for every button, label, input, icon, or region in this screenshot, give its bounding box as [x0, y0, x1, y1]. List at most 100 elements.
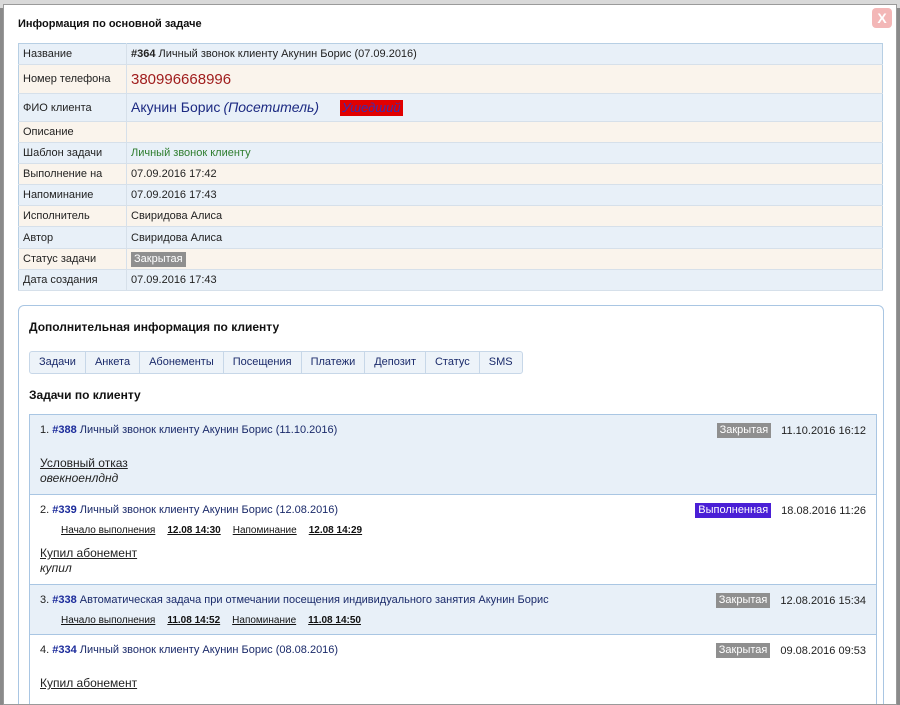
- task-result[interactable]: Купил абонемент: [40, 546, 137, 560]
- row-label: Дата создания: [18, 269, 127, 291]
- task-title[interactable]: Автоматическая задача при отмечании посе…: [80, 594, 549, 606]
- status-badge: Закрытая: [131, 251, 186, 267]
- task-info-modal: Информация по основной задаче X Название…: [3, 4, 897, 705]
- task-heading: 4. #334 Личный звонок клиенту Акунин Бор…: [40, 644, 338, 656]
- status-badge: Закрытая: [716, 423, 772, 438]
- task-heading: 2. #339 Личный звонок клиенту Акунин Бор…: [40, 504, 338, 516]
- executor-value: Свиридова Алиса: [126, 205, 883, 227]
- reminder-label: Напоминание: [232, 525, 297, 536]
- task-heading: 3. #338 Автоматическая задача при отмеча…: [40, 594, 549, 606]
- reminder-label: Напоминание: [232, 615, 297, 626]
- task-id-link[interactable]: #338: [52, 594, 76, 606]
- client-role: (Посетитель): [223, 99, 320, 115]
- tab-sms[interactable]: SMS: [480, 352, 522, 373]
- author-value: Свиридова Алиса: [126, 226, 883, 249]
- row-reminder: Напоминание 07.09.2016 17:43: [18, 184, 883, 206]
- status-badge: Выполненная: [695, 503, 772, 518]
- reminder-value: 11.08 14:50: [308, 615, 361, 626]
- task-id: #364: [131, 48, 156, 60]
- row-name: Название #364 Личный звонок клиенту Акун…: [18, 43, 883, 65]
- tab-memberships[interactable]: Абонементы: [140, 352, 224, 373]
- start-label: Начало выполнения: [61, 615, 156, 626]
- task-comment: купил: [40, 561, 72, 575]
- task-date: 11.10.2016 16:12: [781, 424, 866, 437]
- row-status: Статус задачи Закрытая: [18, 248, 883, 270]
- list-item: 4. #334 Личный звонок клиенту Акунин Бор…: [30, 635, 876, 704]
- created-value: 07.09.2016 17:43: [126, 269, 883, 291]
- task-status-date: Выполненная 18.08.2016 11:26: [695, 503, 866, 518]
- list-item: 3. #338 Автоматическая задача при отмеча…: [30, 585, 876, 635]
- task-comment: овекноенлднд: [40, 471, 119, 485]
- task-id-link[interactable]: #388: [52, 424, 76, 436]
- task-result[interactable]: Купил абонемент: [40, 676, 137, 690]
- row-created: Дата создания 07.09.2016 17:43: [18, 269, 883, 291]
- task-name: Личный звонок клиенту Акунин Борис (07.0…: [158, 48, 417, 60]
- status-badge: Закрытая: [715, 593, 771, 608]
- task-name-value: #364 Личный звонок клиенту Акунин Борис …: [126, 43, 883, 65]
- description-value: [126, 121, 883, 143]
- task-number: 2.: [40, 504, 50, 516]
- phone-number[interactable]: 380996668996: [131, 71, 231, 88]
- client-info-panel: Дополнительная информация по клиенту Зад…: [18, 305, 884, 704]
- row-label: Исполнитель: [18, 205, 127, 227]
- task-meta: Начало выполнения 12.08 14:30 Напоминани…: [61, 525, 362, 536]
- row-phone: Номер телефона 380996668996: [18, 64, 883, 94]
- close-button[interactable]: X: [872, 8, 892, 28]
- row-description: Описание: [18, 121, 883, 143]
- main-task-table: Название #364 Личный звонок клиенту Акун…: [18, 43, 883, 291]
- reminder-value: 12.08 14:29: [308, 525, 363, 536]
- client-cell: Акунин Борис (Посетитель) Ушедший: [126, 93, 883, 122]
- row-label: Название: [18, 43, 127, 65]
- row-label: Шаблон задачи: [18, 142, 127, 164]
- tab-visits[interactable]: Посещения: [224, 352, 302, 373]
- task-date: 09.08.2016 09:53: [780, 644, 866, 657]
- task-id-link[interactable]: #339: [52, 504, 76, 516]
- task-result[interactable]: Условный отказ: [40, 456, 128, 470]
- row-label: ФИО клиента: [18, 93, 127, 122]
- tab-tasks[interactable]: Задачи: [30, 352, 86, 373]
- start-value: 12.08 14:30: [167, 525, 221, 536]
- row-label: Номер телефона: [18, 64, 127, 94]
- reminder-value: 07.09.2016 17:43: [126, 184, 883, 206]
- client-info-title: Дополнительная информация по клиенту: [29, 320, 280, 334]
- row-client: ФИО клиента Акунин Борис (Посетитель) Уш…: [18, 93, 883, 122]
- list-item: 1. #388 Личный звонок клиенту Акунин Бор…: [30, 415, 876, 495]
- task-status-date: Закрытая 11.10.2016 16:12: [716, 423, 866, 438]
- task-heading: 1. #388 Личный звонок клиенту Акунин Бор…: [40, 424, 337, 436]
- row-label: Автор: [18, 226, 127, 249]
- start-value: 11.08 14:52: [167, 615, 221, 626]
- row-label: Напоминание: [18, 184, 127, 206]
- due-value: 07.09.2016 17:42: [126, 163, 883, 185]
- row-label: Выполнение на: [18, 163, 127, 185]
- row-template: Шаблон задачи Личный звонок клиенту: [18, 142, 883, 164]
- task-title[interactable]: Личный звонок клиенту Акунин Борис (11.1…: [80, 424, 337, 436]
- tab-deposit[interactable]: Депозит: [365, 352, 426, 373]
- task-date: 12.08.2016 15:34: [780, 594, 866, 607]
- phone-cell: 380996668996: [126, 64, 883, 94]
- task-status-date: Закрытая 12.08.2016 15:34: [715, 593, 866, 608]
- client-status-tag: Ушедший: [340, 100, 403, 116]
- row-due: Выполнение на 07.09.2016 17:42: [18, 163, 883, 185]
- task-title[interactable]: Личный звонок клиенту Акунин Борис (12.0…: [80, 504, 338, 516]
- client-name[interactable]: Акунин Борис: [131, 99, 220, 115]
- status-cell: Закрытая: [126, 248, 883, 270]
- status-badge: Закрытая: [715, 643, 771, 658]
- task-template-link[interactable]: Личный звонок клиенту: [131, 147, 251, 159]
- task-title[interactable]: Личный звонок клиенту Акунин Борис (08.0…: [80, 644, 338, 656]
- task-date: 18.08.2016 11:26: [781, 504, 866, 517]
- tab-payments[interactable]: Платежи: [302, 352, 366, 373]
- row-label: Описание: [18, 121, 127, 143]
- row-executor: Исполнитель Свиридова Алиса: [18, 205, 883, 227]
- client-tasks-title: Задачи по клиенту: [29, 388, 141, 402]
- template-cell: Личный звонок клиенту: [126, 142, 883, 164]
- tab-status[interactable]: Статус: [426, 352, 480, 373]
- task-number: 1.: [40, 424, 50, 436]
- task-number: 4.: [40, 644, 50, 656]
- tab-questionnaire[interactable]: Анкета: [86, 352, 141, 373]
- task-status-date: Закрытая 09.08.2016 09:53: [715, 643, 866, 658]
- start-label: Начало выполнения: [61, 525, 156, 536]
- client-task-list: 1. #388 Личный звонок клиенту Акунин Бор…: [29, 414, 877, 704]
- task-id-link[interactable]: #334: [52, 644, 76, 656]
- row-author: Автор Свиридова Алиса: [18, 226, 883, 249]
- list-item: 2. #339 Личный звонок клиенту Акунин Бор…: [30, 495, 876, 585]
